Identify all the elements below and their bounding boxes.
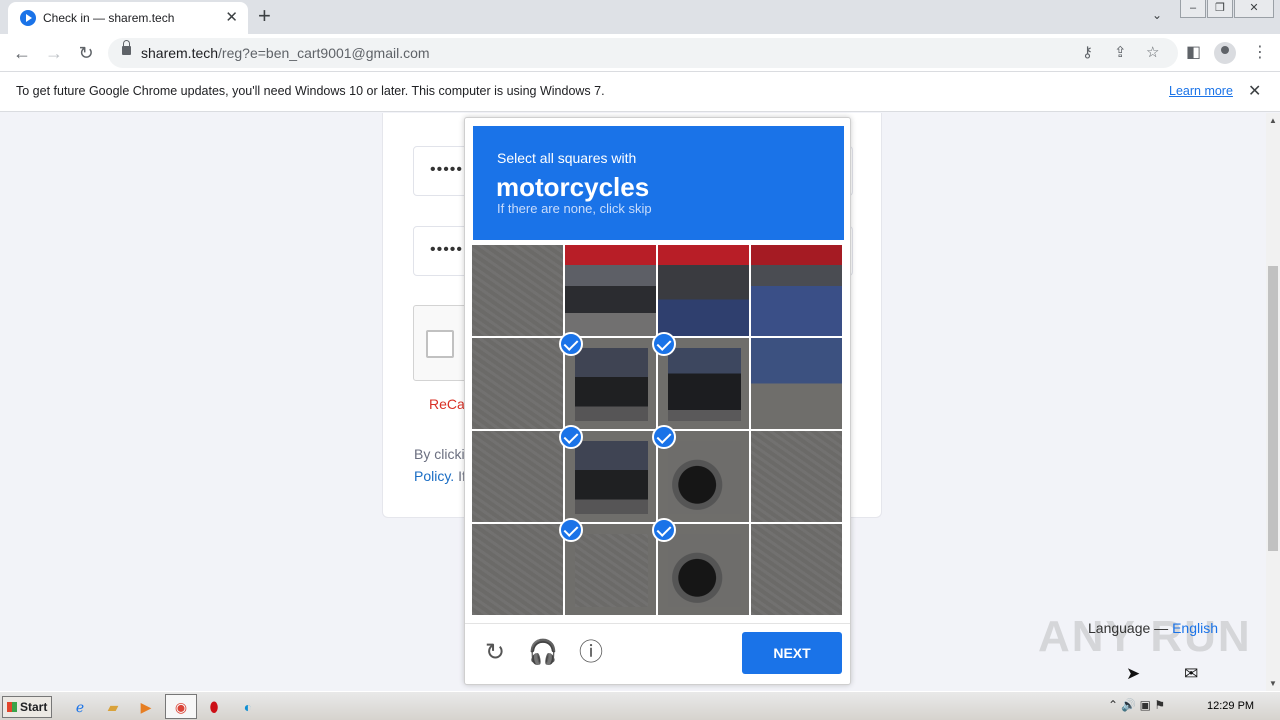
prompt-target-word: motorcycles bbox=[496, 172, 650, 202]
tile-image bbox=[658, 245, 749, 336]
restore-icon[interactable]: ❐ bbox=[1207, 0, 1233, 18]
chrome-taskbar-item[interactable]: ◉ bbox=[165, 694, 197, 719]
window-close-icon[interactable]: ✕ bbox=[1234, 0, 1274, 18]
media-player-icon[interactable]: ▶ bbox=[135, 697, 157, 717]
tab-strip: Check in — sharem.tech ✕ + ⌄ – ❐ ✕ bbox=[0, 0, 1280, 34]
tile-image bbox=[751, 431, 842, 522]
checkmark-icon bbox=[652, 332, 676, 356]
prompt-hint: If there are none, click skip bbox=[497, 201, 652, 216]
captcha-tile[interactable] bbox=[472, 338, 563, 429]
menu-kebab-icon[interactable]: ⋮ bbox=[1252, 42, 1268, 62]
divider bbox=[465, 623, 850, 624]
forward-arrow-icon[interactable]: → bbox=[42, 41, 66, 65]
refresh-icon[interactable]: ↻ bbox=[480, 638, 510, 668]
audio-headphones-icon[interactable]: 🎧 bbox=[528, 638, 558, 668]
tile-image bbox=[472, 245, 563, 336]
captcha-tile[interactable] bbox=[652, 518, 749, 615]
side-panel-icon[interactable]: ◧ bbox=[1186, 42, 1201, 62]
reload-icon[interactable]: ↻ bbox=[74, 41, 98, 65]
learn-more-link[interactable]: Learn more bbox=[1169, 84, 1233, 98]
checkmark-icon bbox=[652, 425, 676, 449]
url-text[interactable]: sharem.tech/reg?e=ben_cart9001@gmail.com bbox=[141, 45, 430, 61]
infobar-close-icon[interactable]: ✕ bbox=[1248, 81, 1261, 101]
captcha-tile[interactable] bbox=[472, 524, 563, 615]
browser-toolbar: ← → ↻ sharem.tech/reg?e=ben_cart9001@gma… bbox=[0, 34, 1280, 72]
tile-image bbox=[668, 534, 741, 607]
next-button[interactable]: NEXT bbox=[742, 632, 842, 674]
minimize-icon[interactable]: – bbox=[1180, 0, 1206, 18]
policy-link[interactable]: Policy. bbox=[414, 468, 454, 484]
site-favicon-icon bbox=[20, 10, 36, 26]
edge-icon[interactable]: ◐ bbox=[237, 697, 259, 717]
tile-image bbox=[472, 524, 563, 615]
address-bar[interactable]: sharem.tech/reg?e=ben_cart9001@gmail.com… bbox=[108, 38, 1178, 68]
new-tab-icon[interactable]: + bbox=[258, 4, 271, 28]
browser-tab[interactable]: Check in — sharem.tech ✕ bbox=[8, 2, 248, 34]
captcha-tile[interactable] bbox=[559, 332, 656, 429]
checkmark-icon bbox=[559, 332, 583, 356]
infobar-message: To get future Google Chrome updates, you… bbox=[16, 84, 605, 98]
key-icon[interactable]: ⚷ bbox=[1082, 43, 1093, 61]
captcha-tile[interactable] bbox=[652, 332, 749, 429]
info-icon[interactable]: ⓘ bbox=[576, 638, 606, 668]
prompt-instruction: Select all squares with bbox=[497, 150, 637, 166]
captcha-tile[interactable] bbox=[559, 425, 656, 522]
ie-icon[interactable]: ℯ bbox=[69, 697, 91, 717]
checkmark-icon bbox=[559, 518, 583, 542]
scroll-down-icon[interactable]: ▼ bbox=[1269, 679, 1277, 688]
checkmark-icon bbox=[559, 425, 583, 449]
telegram-icon[interactable]: ➤ bbox=[1126, 664, 1140, 684]
back-arrow-icon[interactable]: ← bbox=[10, 41, 34, 65]
captcha-checkbox[interactable] bbox=[426, 330, 454, 358]
captcha-tile[interactable] bbox=[559, 518, 656, 615]
tile-image bbox=[751, 524, 842, 615]
tile-image bbox=[668, 441, 741, 514]
window-controls: – ❐ ✕ bbox=[1179, 0, 1274, 18]
tile-image bbox=[472, 338, 563, 429]
tile-image bbox=[575, 534, 648, 607]
tab-title: Check in — sharem.tech bbox=[43, 11, 175, 25]
captcha-tile[interactable] bbox=[751, 245, 842, 336]
opera-icon[interactable]: ⬮ bbox=[203, 697, 225, 717]
tile-image bbox=[751, 338, 842, 429]
bookmark-star-icon[interactable]: ☆ bbox=[1146, 43, 1159, 61]
checkmark-icon bbox=[652, 518, 676, 542]
language-selector[interactable]: Language — English bbox=[1088, 620, 1218, 636]
tile-image bbox=[668, 348, 741, 421]
captcha-tile[interactable] bbox=[658, 245, 749, 336]
captcha-tile[interactable] bbox=[751, 431, 842, 522]
tile-image bbox=[751, 245, 842, 336]
lock-icon[interactable] bbox=[122, 40, 131, 55]
tab-search-chevron-icon[interactable]: ⌄ bbox=[1152, 8, 1162, 22]
scroll-up-icon[interactable]: ▲ bbox=[1269, 116, 1277, 125]
mail-icon[interactable]: ✉ bbox=[1184, 664, 1198, 684]
explorer-folder-icon[interactable]: ▰ bbox=[102, 697, 124, 717]
captcha-tile[interactable] bbox=[472, 245, 563, 336]
windows-taskbar: Start ℯ ▰ ▶ ◉ ⬮ ◐ ⌃ 🔊 ▣ ⚑ 12:29 PM bbox=[0, 691, 1280, 720]
update-infobar: To get future Google Chrome updates, you… bbox=[0, 72, 1280, 112]
system-tray-icons[interactable]: ⌃ 🔊 ▣ ⚑ bbox=[1108, 698, 1165, 712]
captcha-tile[interactable] bbox=[751, 338, 842, 429]
clock: 12:29 PM bbox=[1207, 700, 1255, 712]
captcha-tile[interactable] bbox=[751, 524, 842, 615]
captcha-tile[interactable] bbox=[565, 245, 656, 336]
terms-line: Policy. If bbox=[414, 468, 466, 484]
tile-image bbox=[575, 441, 648, 514]
captcha-tile[interactable] bbox=[652, 425, 749, 522]
terms-text: By clicki bbox=[414, 446, 465, 462]
captcha-tile[interactable] bbox=[472, 431, 563, 522]
profile-avatar-icon[interactable] bbox=[1214, 42, 1236, 64]
page-scrollbar[interactable]: ▲ ▼ bbox=[1266, 113, 1280, 691]
image-grid bbox=[472, 245, 844, 617]
captcha-challenge-dialog: Select all squares with motorcycles If t… bbox=[464, 117, 851, 685]
challenge-prompt: Select all squares with motorcycles If t… bbox=[473, 126, 844, 240]
tile-image bbox=[565, 245, 656, 336]
close-tab-icon[interactable]: ✕ bbox=[225, 8, 238, 28]
chrome-icon: ◉ bbox=[174, 699, 188, 715]
tile-image bbox=[472, 431, 563, 522]
tile-image bbox=[575, 348, 648, 421]
share-icon[interactable]: ⇪ bbox=[1114, 43, 1127, 61]
start-button[interactable]: Start bbox=[2, 696, 52, 718]
scroll-thumb[interactable] bbox=[1268, 266, 1278, 551]
